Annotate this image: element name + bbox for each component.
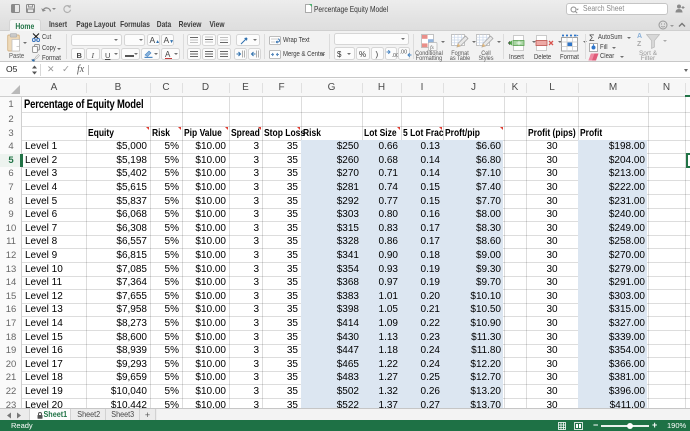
svg-text:.00: .00 [399,50,407,56]
